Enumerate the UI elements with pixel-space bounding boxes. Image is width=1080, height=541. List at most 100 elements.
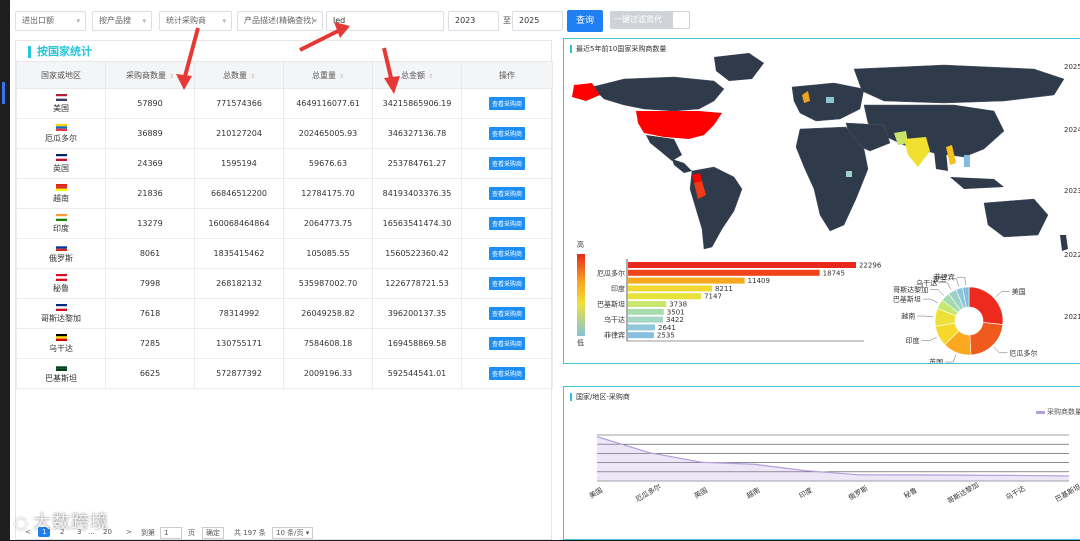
bar[interactable] <box>628 316 663 323</box>
bar[interactable] <box>628 262 856 268</box>
map-and-charts-svg: 高 低 22296 18745 厄瓜多尔 11409 8211 印度 7147 3738 巴基斯… <box>572 53 1068 363</box>
bar-category-label: 巴基斯坦 <box>597 300 625 309</box>
view-buyers-button[interactable]: 查看采购商 <box>488 247 525 260</box>
bar-value-label: 18745 <box>823 269 845 277</box>
sort-icon[interactable]: ⇕ <box>428 73 433 80</box>
timeline-year-2023[interactable]: 2023 <box>1064 187 1080 195</box>
goto-confirm-button[interactable]: 确定 <box>202 527 224 539</box>
table-row: 哥斯达黎加 7618 78314992 26049258.82 396200137.35… <box>16 298 553 329</box>
bar[interactable] <box>628 324 656 331</box>
timeline-year-2021[interactable]: 2021 <box>1064 313 1080 321</box>
bar-value-label: 8211 <box>715 285 733 293</box>
bar[interactable] <box>628 285 712 292</box>
flag-icon <box>55 93 67 101</box>
filter-forwarder-toggle[interactable]: 一键过滤货代 <box>610 11 690 29</box>
action-cell: 查看采购商 <box>461 88 553 119</box>
table-row: 秘鲁 7998 268182132 535987002.70 1226778721.53… <box>16 268 553 299</box>
annotation-arrow <box>299 22 350 52</box>
year-from-input[interactable]: 2023 <box>448 11 499 31</box>
donut-chart: 美国厄瓜多尔英国印度越南巴基斯坦哥斯达黎加乌干达波兰菲律宾 <box>893 273 1038 363</box>
table-row: 厄瓜多尔 36889 210127204 202465005.93 346327136.… <box>16 118 553 149</box>
bar-value-label: 3422 <box>666 316 684 324</box>
map-region-alaska <box>572 83 600 101</box>
qty-cell: 66846512200 <box>194 178 284 209</box>
view-buyers-button[interactable]: 查看采购商 <box>488 127 525 140</box>
amount-cell: 253784761.27 <box>372 148 462 179</box>
amount-cell: 592544541.01 <box>372 358 462 389</box>
view-buyers-button[interactable]: 查看采购商 <box>488 97 525 110</box>
donut-label-line <box>945 354 957 363</box>
line-chart: 美国 厄瓜多尔 英国 越南 印度 俄罗斯 秘鲁 哥斯达黎加 乌干达 巴基斯坦 <box>587 434 1080 505</box>
filter-forwarder-label: 一键过滤货代 <box>614 15 662 24</box>
x-tick-label: 乌干达 <box>1004 484 1027 502</box>
x-tick-label: 哥斯达黎加 <box>945 480 980 505</box>
dimension-select[interactable]: 按产品搜 ▾ <box>92 11 152 31</box>
watermark-logo-icon: ◌ <box>14 513 29 532</box>
map-region-central-america <box>672 159 692 173</box>
amount-cell: 16563541474.30 <box>372 208 462 239</box>
buyers-cell: 7285 <box>105 328 195 359</box>
timeline-year-2022[interactable]: 2022 <box>1064 251 1080 259</box>
view-buyers-button[interactable]: 查看采购商 <box>488 187 525 200</box>
country-cell: 美国 <box>16 88 106 119</box>
sort-icon[interactable]: ⇕ <box>250 73 255 80</box>
action-cell: 查看采购商 <box>461 118 553 149</box>
table-row: 美国 57890 771574366 4649116077.61 34215865906… <box>16 88 553 119</box>
map-region-australia <box>983 198 1049 238</box>
qty-cell: 572877392 <box>194 358 284 389</box>
bar-value-label: 2535 <box>657 332 675 340</box>
bar[interactable] <box>628 301 667 307</box>
bar[interactable] <box>628 308 664 315</box>
view-buyers-button[interactable]: 查看采购商 <box>488 217 525 230</box>
donut-slice[interactable] <box>968 286 1004 325</box>
timeline-year-2024[interactable]: 2024 <box>1064 126 1080 134</box>
query-button[interactable]: 查询 <box>567 10 603 32</box>
view-buyers-button[interactable]: 查看采购商 <box>488 307 525 320</box>
visual-map-gradient[interactable] <box>577 254 585 336</box>
weight-cell: 4649116077.61 <box>283 88 373 119</box>
country-name: 哥斯达黎加 <box>41 313 81 323</box>
view-buyers-button[interactable]: 查看采购商 <box>488 277 525 290</box>
action-cell: 查看采购商 <box>461 148 553 179</box>
view-buyers-button[interactable]: 查看采购商 <box>488 157 525 170</box>
weight-cell: 26049258.82 <box>283 298 373 329</box>
view-buyers-button[interactable]: 查看采购商 <box>488 367 525 380</box>
bar-value-label: 3738 <box>669 301 687 309</box>
timeline-year-2025[interactable]: 2025 <box>1064 63 1080 71</box>
map-region-india <box>904 137 930 167</box>
sort-icon[interactable]: ⇕ <box>339 73 344 80</box>
world-map[interactable] <box>572 53 1068 251</box>
bar-value-label: 22296 <box>859 262 882 270</box>
bar[interactable] <box>628 269 820 276</box>
chevron-down-icon: ▾ <box>76 17 80 25</box>
year-to-input[interactable]: 2025 <box>512 11 563 31</box>
bar-category-label: 菲律宾 <box>604 331 625 340</box>
country-stats-panel: 按国家统计 国家或地区 采购商数量 ⇕ 总数量 ⇕ 总重量 ⇕ 总金额 ⇕ 操作 美国 5… <box>15 40 553 540</box>
view-buyers-button[interactable]: 查看采购商 <box>488 337 525 350</box>
weight-cell: 105085.55 <box>283 238 373 269</box>
country-name: 美国 <box>53 103 69 113</box>
donut-slice[interactable] <box>969 322 1004 356</box>
bar[interactable] <box>628 332 654 339</box>
dimension-select-value: 按产品搜 <box>99 16 131 25</box>
header-weight[interactable]: 总重量 ⇕ <box>283 61 373 89</box>
flag-icon <box>55 363 67 371</box>
donut-label-line <box>939 282 952 290</box>
donut-label: 美国 <box>1012 287 1026 296</box>
table-row: 英国 24369 1595194 59676.63 253784761.27 查看采购商 <box>16 148 553 179</box>
bar[interactable] <box>628 293 702 300</box>
next-page-button[interactable]: > <box>126 528 132 536</box>
donut-label: 印度 <box>906 336 920 345</box>
direction-select[interactable]: 进出口额 ▾ <box>15 11 86 31</box>
goto-page-input[interactable]: 1 <box>160 527 182 539</box>
qty-cell: 160068464864 <box>194 208 284 239</box>
donut-label-line <box>930 289 944 296</box>
map-region-russia <box>853 64 1065 104</box>
x-tick-label: 俄罗斯 <box>847 484 870 502</box>
bar[interactable] <box>628 277 745 284</box>
annotation-arrow <box>176 27 200 90</box>
page-size-select[interactable]: 10 条/页 ▾ <box>272 527 314 539</box>
amount-cell: 84193403376.35 <box>372 178 462 209</box>
buyers-cell: 7998 <box>105 268 195 299</box>
flag-icon <box>55 153 67 161</box>
